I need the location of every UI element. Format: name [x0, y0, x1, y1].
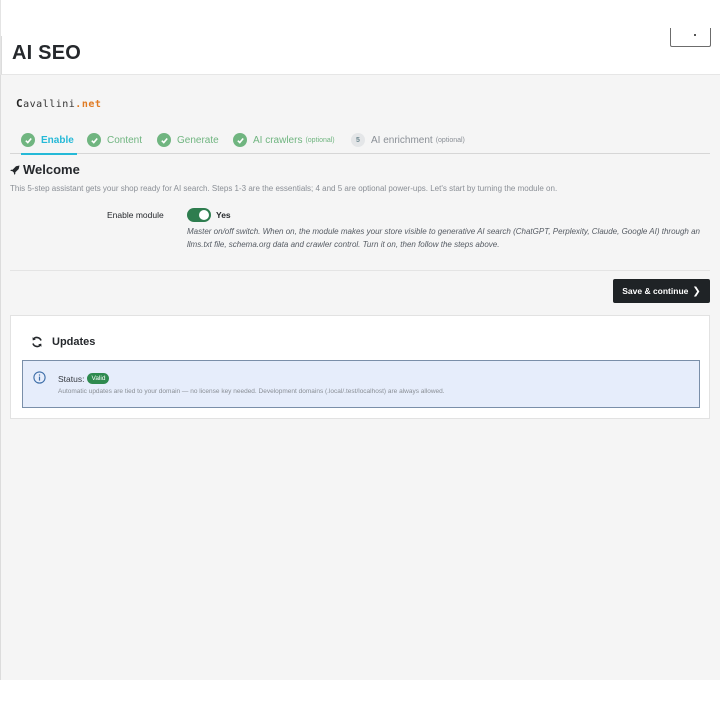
status-badge: Valid — [87, 373, 110, 384]
chevron-right-icon: ❯ — [692, 285, 701, 297]
dot-icon — [694, 34, 696, 36]
step-label: AI crawlers — [253, 134, 303, 146]
step-generate[interactable]: Generate — [157, 126, 219, 154]
header-bar — [1, 36, 720, 75]
divider — [10, 270, 710, 271]
updates-note: Automatic updates are tied to your domai… — [58, 388, 445, 395]
updates-title: Updates — [52, 336, 96, 348]
check-circle-icon — [157, 133, 171, 147]
wizard-steps: Enable Content Generate AI crawlers (opt… — [10, 126, 710, 155]
page-title: AI SEO — [12, 42, 81, 64]
info-icon — [33, 371, 46, 384]
logo-tld: .net — [75, 99, 102, 110]
bottom-margin — [0, 680, 720, 720]
check-circle-icon — [87, 133, 101, 147]
brand-logo: Cavallini.net — [16, 97, 101, 110]
step-label: Enable — [41, 134, 74, 146]
step-ai-enrichment[interactable]: 5 AI enrichment (optional) — [351, 126, 465, 154]
step-number: 5 — [351, 133, 365, 147]
status-label: Status: — [58, 373, 85, 384]
toggle-knob — [199, 210, 209, 220]
check-circle-icon — [21, 133, 35, 147]
page-header: AI SEO — [0, 0, 720, 75]
header-corner-button[interactable] — [670, 28, 711, 47]
logo-name: avallini — [23, 99, 76, 110]
welcome-title: Welcome — [23, 162, 80, 177]
step-optional-tag: (optional) — [305, 136, 335, 144]
save-continue-button[interactable]: Save & continue ❯ — [613, 279, 710, 303]
intro-text: This 5-step assistant gets your shop rea… — [10, 184, 558, 193]
save-button-label: Save & continue — [622, 286, 689, 296]
refresh-icon — [32, 336, 42, 348]
enable-module-help: Master on/off switch. When on, the modul… — [187, 227, 700, 249]
license-status-alert: Status: Valid Automatic updates are tied… — [22, 360, 700, 408]
enable-module-toggle[interactable] — [187, 208, 211, 222]
updates-panel: Updates Status: Valid Automatic updates … — [10, 315, 710, 419]
step-label: Content — [107, 134, 143, 146]
toggle-state-label: Yes — [216, 210, 231, 220]
updates-heading: Updates — [31, 336, 95, 348]
step-optional-tag: (optional) — [435, 136, 465, 144]
rocket-icon — [10, 165, 20, 175]
top-margin — [1, 0, 720, 36]
step-label: Generate — [177, 134, 219, 146]
enable-module-label: Enable module — [107, 210, 164, 220]
step-label: AI enrichment — [371, 134, 433, 146]
step-ai-crawlers[interactable]: AI crawlers (optional) — [233, 126, 335, 154]
check-circle-icon — [233, 133, 247, 147]
step-enable[interactable]: Enable — [21, 126, 77, 155]
step-content[interactable]: Content — [87, 126, 142, 154]
status-line: Status: Valid — [58, 373, 110, 384]
section-heading: Welcome — [10, 162, 80, 177]
